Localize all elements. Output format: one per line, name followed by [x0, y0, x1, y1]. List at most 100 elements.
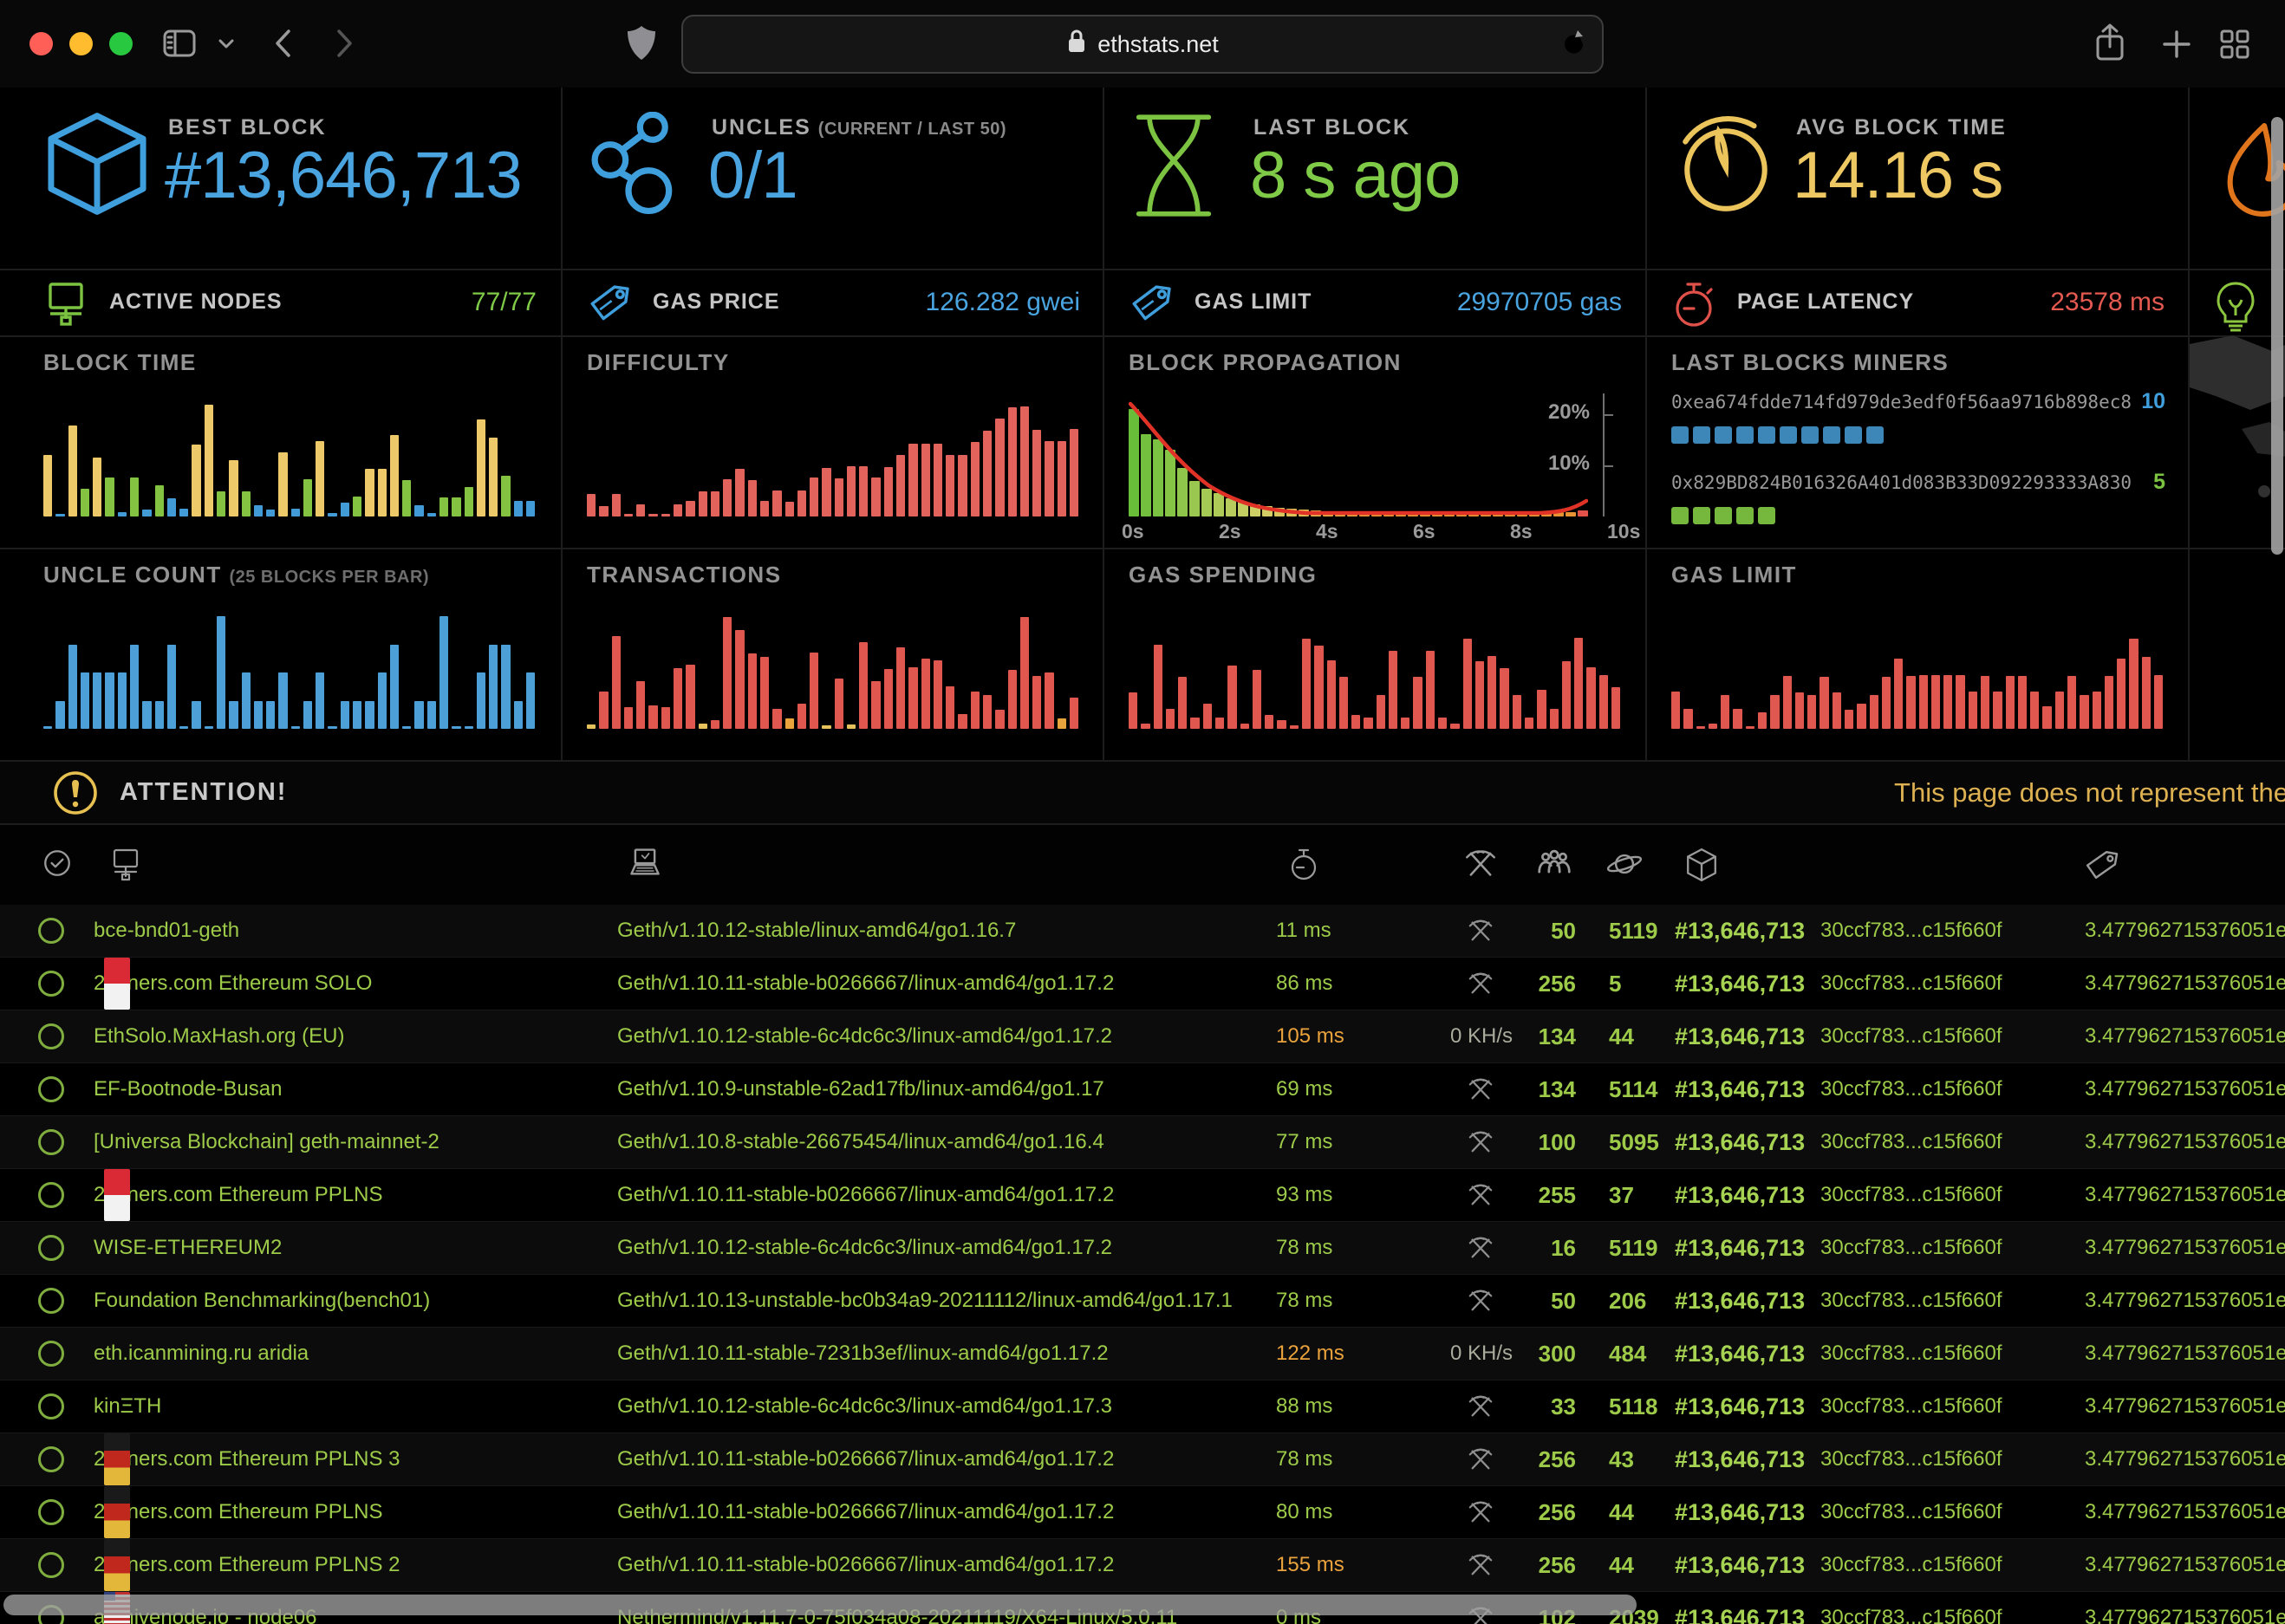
- forward-icon[interactable]: [335, 28, 355, 63]
- node-pin-icon[interactable]: [38, 918, 64, 944]
- gas_spending-bar: [1377, 695, 1385, 729]
- tab-overview-icon[interactable]: [2219, 29, 2250, 64]
- block-number: #13,646,713: [1675, 1222, 1805, 1274]
- node-latency: 122 ms: [1276, 1328, 1344, 1380]
- new-tab-icon[interactable]: [2162, 29, 2191, 63]
- node-pin-icon[interactable]: [38, 1182, 64, 1208]
- table-row[interactable]: kinΞTH Geth/v1.10.12-stable-6c4dc6c3/lin…: [0, 1380, 2285, 1433]
- node-pin-icon[interactable]: [38, 1446, 64, 1472]
- x-tick-label: 6s: [1413, 520, 1435, 543]
- difficulty-bar: [1008, 407, 1017, 516]
- block_time-bar: [341, 503, 349, 516]
- table-row[interactable]: EF-Bootnode-Busan Geth/v1.10.9-unstable-…: [0, 1063, 2285, 1116]
- share-icon[interactable]: [2093, 23, 2127, 68]
- table-row[interactable]: 2Miners.com Ethereum PPLNS Geth/v1.10.11…: [0, 1486, 2285, 1539]
- node-pin-icon[interactable]: [38, 1393, 64, 1419]
- attention-notice: This page does not represent the: [1894, 762, 2285, 823]
- table-row[interactable]: Foundation Benchmarking(bench01) Geth/v1…: [0, 1275, 2285, 1328]
- block-number: #13,646,713: [1675, 1063, 1805, 1115]
- stat-value: 77/77: [472, 269, 537, 335]
- node-pin-icon[interactable]: [38, 1499, 64, 1525]
- peer-count: 100: [1484, 1116, 1576, 1168]
- table-row[interactable]: EthSolo.MaxHash.org (EU) Geth/v1.10.12-s…: [0, 1010, 2285, 1063]
- mined-block-square: [1715, 426, 1732, 444]
- pending-count: 44: [1609, 1010, 1634, 1062]
- refresh-icon[interactable]: [1560, 29, 1588, 64]
- node-pin-icon[interactable]: [38, 1023, 64, 1049]
- table-row[interactable]: bce-bnd01-geth Geth/v1.10.12-stable/linu…: [0, 905, 2285, 958]
- difficulty-bar: [797, 490, 806, 516]
- difficulty-bar: [624, 514, 633, 516]
- peer-count: 255: [1484, 1169, 1576, 1221]
- uncle_count-bar: [328, 726, 336, 729]
- gas_limit-bar: [1894, 659, 1903, 729]
- node-pin-icon[interactable]: [38, 1341, 64, 1367]
- block_time-bar: [192, 445, 200, 516]
- total-difficulty: 3.477962715376051e+22: [2085, 1380, 2285, 1432]
- node-pin-icon[interactable]: [38, 1552, 64, 1578]
- difficulty-bar: [587, 494, 596, 516]
- block_time-bar: [452, 497, 460, 516]
- node-pin-icon[interactable]: [38, 1288, 64, 1314]
- table-row[interactable]: WISE-ETHEREUM2 Geth/v1.10.12-stable-6c4d…: [0, 1222, 2285, 1275]
- flag-de-icon: [104, 1486, 130, 1538]
- stopwatch-icon: [1671, 281, 1716, 329]
- gas_limit-bar: [1683, 709, 1692, 729]
- zoom-window-button[interactable]: [109, 32, 133, 55]
- shield-icon[interactable]: [626, 24, 657, 67]
- block_time-bar: [390, 435, 399, 516]
- difficulty-bar: [1045, 441, 1053, 516]
- node-pin-icon[interactable]: [38, 1129, 64, 1155]
- node-pin-icon[interactable]: [38, 971, 64, 997]
- minimize-window-button[interactable]: [69, 32, 93, 55]
- peer-count: 256: [1484, 1486, 1576, 1538]
- stat-label: BEST BLOCK: [168, 115, 327, 140]
- table-row[interactable]: [Universa Blockchain] geth-mainnet-2 Get…: [0, 1116, 2285, 1169]
- stat-value: 0/1: [708, 138, 797, 213]
- gas_spending-bar: [1339, 677, 1348, 729]
- block_time-bar: [328, 513, 336, 516]
- node-version: Geth/v1.10.11-stable-b0266667/linux-amd6…: [617, 958, 1114, 1010]
- node-pin-icon[interactable]: [38, 1235, 64, 1261]
- panel-gas-limit: GAS LIMIT 29970705 gas: [1104, 269, 1646, 335]
- vertical-scrollbar[interactable]: [2271, 117, 2283, 555]
- mined-block-square: [1671, 426, 1689, 444]
- chart-title: GAS LIMIT: [1671, 562, 1797, 588]
- node-pin-icon[interactable]: [38, 1076, 64, 1102]
- clock-check-icon: [42, 848, 73, 883]
- mined-block-square: [1758, 507, 1775, 524]
- chart-title: GAS SPENDING: [1129, 562, 1317, 588]
- node-version: Geth/v1.10.9-unstable-62ad17fb/linux-amd…: [617, 1063, 1104, 1115]
- chevron-down-icon[interactable]: [218, 38, 234, 54]
- table-row[interactable]: eth.icanmining.ru aridia Geth/v1.10.11-s…: [0, 1328, 2285, 1380]
- block-hash: 30ccf783...c15f660f: [1820, 1169, 2002, 1221]
- miner-blocks-squares: [1671, 426, 2165, 444]
- table-row[interactable]: 2Miners.com Ethereum PPLNS 3 Geth/v1.10.…: [0, 1433, 2285, 1486]
- uncle_count-bar: [43, 726, 52, 729]
- transactions-bar: [661, 707, 670, 729]
- close-window-button[interactable]: [29, 32, 53, 55]
- block-number: #13,646,713: [1675, 1169, 1805, 1221]
- node-latency: 11 ms: [1276, 905, 1331, 957]
- gas_limit-bar: [1709, 724, 1717, 730]
- difficulty-bar: [835, 478, 843, 516]
- table-row[interactable]: 2Miners.com Ethereum SOLO Geth/v1.10.11-…: [0, 958, 2285, 1010]
- block_time-bar: [205, 405, 213, 516]
- stat-label: GAS LIMIT: [1195, 269, 1312, 335]
- uncle_count-bar: [205, 726, 213, 729]
- gas_limit-bar: [2006, 676, 2015, 729]
- difficulty-bar: [810, 477, 818, 517]
- horizontal-scrollbar[interactable]: [3, 1595, 1637, 1615]
- sidebar-icon[interactable]: [163, 29, 196, 62]
- gas_limit-bar: [1870, 695, 1878, 729]
- gas_limit-bar: [1857, 704, 1865, 729]
- axis-tick: [1605, 414, 1613, 416]
- difficulty-bar: [921, 444, 930, 517]
- block-time-chart: [43, 402, 535, 516]
- table-row[interactable]: 2Miners.com Ethereum PPLNS Geth/v1.10.11…: [0, 1169, 2285, 1222]
- back-icon[interactable]: [272, 28, 293, 63]
- node-version: Geth/v1.10.8-stable-26675454/linux-amd64…: [617, 1116, 1104, 1168]
- table-row[interactable]: 2Miners.com Ethereum PPLNS 2 Geth/v1.10.…: [0, 1539, 2285, 1592]
- node-latency: 78 ms: [1276, 1275, 1332, 1327]
- url-bar[interactable]: ethstats.net: [681, 15, 1604, 74]
